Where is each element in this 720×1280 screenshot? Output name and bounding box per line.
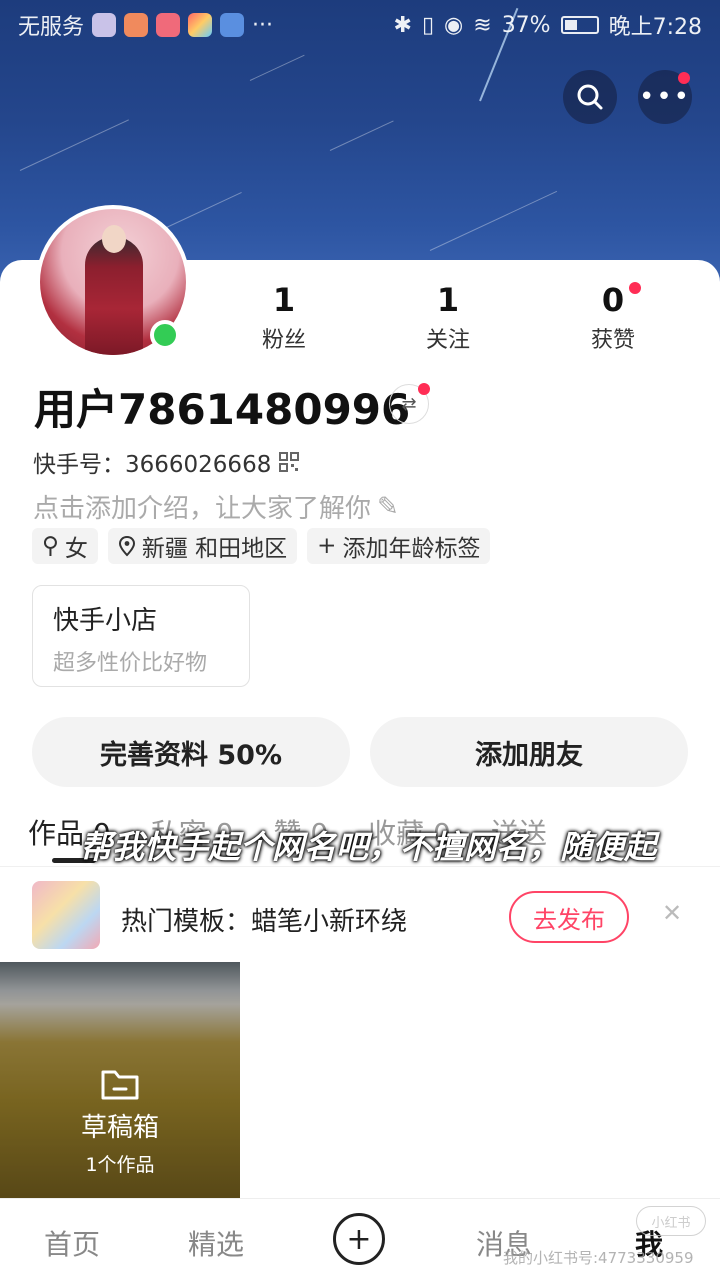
shop-title: 快手小店 (53, 606, 158, 636)
following-stat[interactable]: 1 关注 (388, 280, 508, 354)
wifi-icon: ≋ (473, 12, 492, 38)
likes-received-count: 0 (601, 281, 625, 319)
search-button[interactable] (563, 70, 617, 124)
nav-home[interactable]: 首页 (44, 1223, 100, 1263)
plus-icon: + (317, 533, 337, 559)
kuaishou-id-label: 快手号： (33, 452, 125, 478)
app-notification-icon (124, 13, 149, 37)
kuaishou-shop-card[interactable]: 快手小店 超多性价比好物 (32, 585, 250, 687)
create-button[interactable]: + (333, 1213, 385, 1265)
kuaishou-id-row[interactable]: 快手号：3666026668 (33, 445, 300, 479)
profile-tags: ⚲ 女 新疆 和田地区 + 添加年龄标签 (32, 528, 491, 564)
bluetooth-icon: ✱ (393, 12, 412, 38)
intro-placeholder: 点击添加介绍，让大家了解你 (33, 494, 372, 524)
notification-dot (678, 72, 690, 84)
template-thumbnail[interactable] (32, 881, 100, 949)
app-notification-icon (156, 13, 181, 37)
location-pin-icon (118, 535, 135, 557)
location-tag[interactable]: 新疆 和田地区 (107, 528, 298, 564)
gender-label: 女 (64, 536, 88, 562)
app-notification-icon (92, 13, 117, 37)
caption-overlay: 帮我快手起个网名吧，不擅网名，随便起 (80, 828, 657, 866)
add-age-label: 添加年龄标签 (342, 536, 481, 562)
folder-icon (101, 1070, 139, 1100)
watermark-text: 我的小红书号:4773330959 (503, 1249, 694, 1267)
following-label: 关注 (425, 328, 470, 353)
drafts-count: 1个作品 (85, 1154, 155, 1176)
gender-tag[interactable]: ⚲ 女 (32, 528, 98, 564)
drafts-box[interactable]: 草稿箱 1个作品 (0, 962, 240, 1198)
close-icon[interactable]: ✕ (662, 899, 682, 927)
add-intro-link[interactable]: 点击添加介绍，让大家了解你 ✎ (33, 488, 399, 525)
go-publish-button[interactable]: 去发布 (509, 891, 629, 943)
carrier-text: 无服务 (18, 15, 85, 40)
more-notifications-icon: ··· (252, 12, 273, 38)
edit-pencil-icon: ✎ (377, 491, 399, 522)
female-icon: ⚲ (42, 533, 59, 559)
location-label: 新疆 和田地区 (141, 536, 288, 562)
switch-account-button[interactable]: ⇄ (389, 383, 430, 424)
kuaishou-id: 3666026668 (125, 452, 272, 478)
vibrate-icon: ▯ (421, 12, 435, 38)
drafts-title: 草稿箱 (80, 1113, 159, 1143)
online-status-dot (150, 320, 180, 350)
clock: 晚上7:28 (608, 15, 702, 40)
nav-featured[interactable]: 精选 (188, 1223, 244, 1263)
app-notification-icon (220, 13, 245, 37)
add-age-tag[interactable]: + 添加年龄标签 (307, 528, 491, 564)
notification-dot (629, 282, 641, 294)
followers-label: 粉丝 (261, 328, 306, 353)
add-friends-button[interactable]: 添加朋友 (370, 717, 688, 787)
complete-profile-button[interactable]: 完善资料 50% (32, 717, 350, 787)
likes-received-label: 获赞 (590, 328, 635, 353)
hot-template-banner: 热门模板：蜡笔小新环绕 去发布 ✕ (0, 866, 720, 962)
battery-icon (560, 16, 599, 34)
username: 用户7861480996 (34, 385, 411, 434)
followers-stat[interactable]: 1 粉丝 (224, 280, 344, 354)
notification-dot (418, 383, 430, 395)
more-icon: ••• (638, 82, 691, 112)
battery-percent: 37% (501, 12, 551, 38)
qr-code-icon[interactable] (279, 452, 300, 472)
plus-icon: + (346, 1221, 372, 1257)
more-menu-button[interactable]: ••• (638, 70, 692, 124)
search-icon (577, 84, 603, 110)
watermark-badge: 小红书 (636, 1206, 706, 1236)
status-bar: 无服务 ··· ✱ ▯ ◉ ≋ 37% 晚上7:28 (0, 0, 720, 50)
likes-received-stat[interactable]: 0 获赞 (553, 280, 673, 354)
followers-count: 1 (272, 281, 296, 319)
eye-icon: ◉ (444, 12, 464, 38)
shop-subtitle: 超多性价比好物 (53, 651, 208, 676)
swap-icon: ⇄ (401, 393, 417, 415)
app-notification-icon (188, 13, 213, 37)
template-text: 热门模板：蜡笔小新环绕 (121, 907, 408, 937)
following-count: 1 (436, 281, 460, 319)
